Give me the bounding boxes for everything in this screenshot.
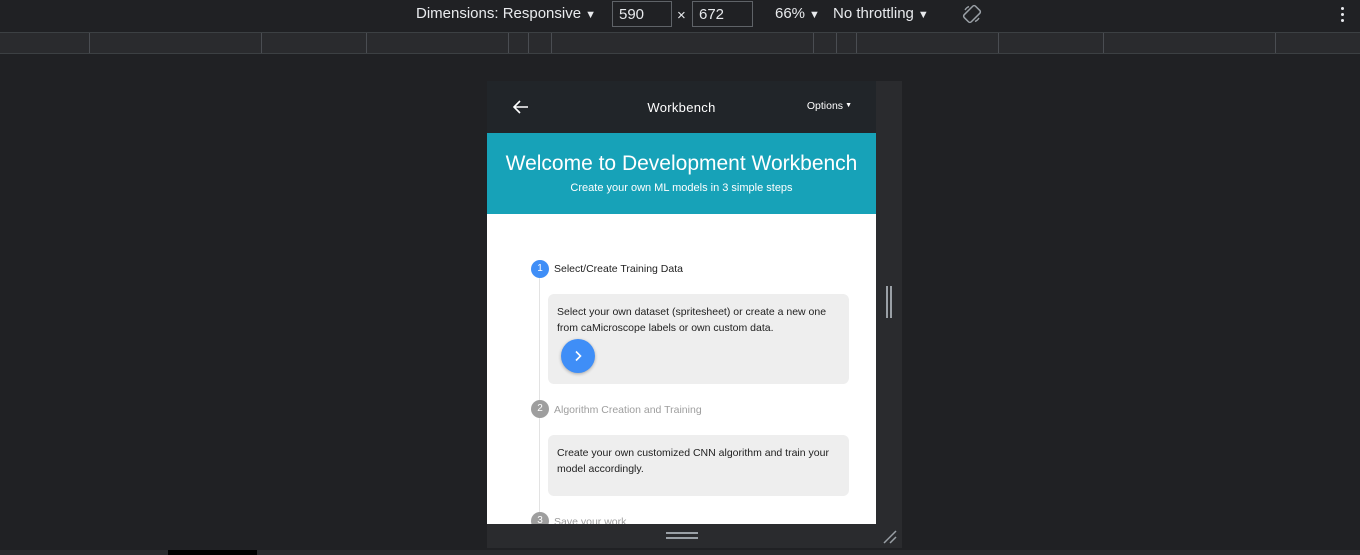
height-input[interactable] — [692, 1, 753, 27]
options-label: Options — [806, 100, 844, 112]
step-3-title[interactable]: Save your work — [554, 516, 626, 524]
step-1-title[interactable]: Select/Create Training Data — [554, 263, 683, 275]
dimensions-caret-icon: ▼ — [585, 9, 596, 21]
hero-subtitle: Create your own ML models in 3 simple st… — [570, 182, 793, 194]
next-button[interactable] — [561, 339, 595, 373]
step-2-card: Create your own customized CNN algorithm… — [548, 435, 849, 496]
throttling-caret-icon: ▼ — [917, 9, 929, 21]
chevron-right-icon — [575, 350, 582, 362]
resize-handle-bottom[interactable] — [666, 532, 698, 540]
media-query-marker[interactable] — [1275, 33, 1276, 53]
media-query-bar — [0, 32, 1360, 54]
hero-title-prefix: Welcome to — [505, 152, 622, 175]
app-navbar: Workbench Options ▼ — [487, 81, 876, 133]
stepper-line — [539, 269, 540, 524]
step-1-description: Select your own dataset (spritesheet) or… — [557, 306, 827, 334]
zoom-caret-icon: ▼ — [809, 9, 820, 21]
times-separator: × — [677, 7, 686, 24]
dimensions-dropdown[interactable]: Dimensions: Responsive ▼ — [416, 5, 596, 22]
options-dropdown[interactable]: Options ▼ — [807, 100, 852, 112]
media-query-marker[interactable] — [508, 33, 509, 53]
media-query-marker[interactable] — [998, 33, 999, 53]
throttling-label: No throttling — [833, 5, 914, 22]
media-query-marker[interactable] — [366, 33, 367, 53]
media-query-marker[interactable] — [856, 33, 857, 53]
zoom-dropdown[interactable]: 66% ▼ — [775, 5, 820, 22]
resize-handle-right[interactable] — [886, 286, 894, 318]
hero-title-emphasis: Development Workbench — [621, 152, 858, 175]
step-2-badge: 2 — [531, 400, 549, 418]
media-query-marker[interactable] — [813, 33, 814, 53]
device-toolbar: Dimensions: Responsive▼ × 66%▼ No thrott… — [0, 0, 1360, 30]
media-query-marker[interactable] — [836, 33, 837, 53]
step-2-title[interactable]: Algorithm Creation and Training — [554, 404, 702, 416]
options-caret-icon: ▼ — [845, 102, 852, 109]
emulated-viewport: Workbench Options ▼ Welcome to Developmen… — [487, 81, 876, 524]
resize-corner-icon[interactable] — [881, 528, 899, 546]
media-query-marker[interactable] — [551, 33, 552, 53]
step-1-card: Select your own dataset (spritesheet) or… — [548, 294, 849, 384]
step-3-badge: 3 — [531, 512, 549, 524]
devtools-scroll-thumb[interactable] — [168, 550, 257, 555]
more-options-icon[interactable] — [1338, 5, 1346, 25]
media-query-marker[interactable] — [1103, 33, 1104, 53]
width-input[interactable] — [612, 1, 672, 27]
media-query-marker[interactable] — [89, 33, 90, 53]
throttling-dropdown[interactable]: No throttling ▼ — [833, 5, 929, 22]
step-2-description: Create your own customized CNN algorithm… — [557, 447, 829, 475]
dimensions-label: Dimensions: Responsive — [416, 5, 582, 22]
hero-title: Welcome to Development Workbench — [487, 152, 876, 176]
welcome-banner: Welcome to Development Workbench Create … — [487, 133, 876, 214]
rotate-icon[interactable] — [962, 4, 982, 24]
step-1-badge: 1 — [531, 260, 549, 278]
media-query-marker[interactable] — [528, 33, 529, 53]
media-query-marker[interactable] — [261, 33, 262, 53]
zoom-label: 66% — [775, 5, 806, 22]
